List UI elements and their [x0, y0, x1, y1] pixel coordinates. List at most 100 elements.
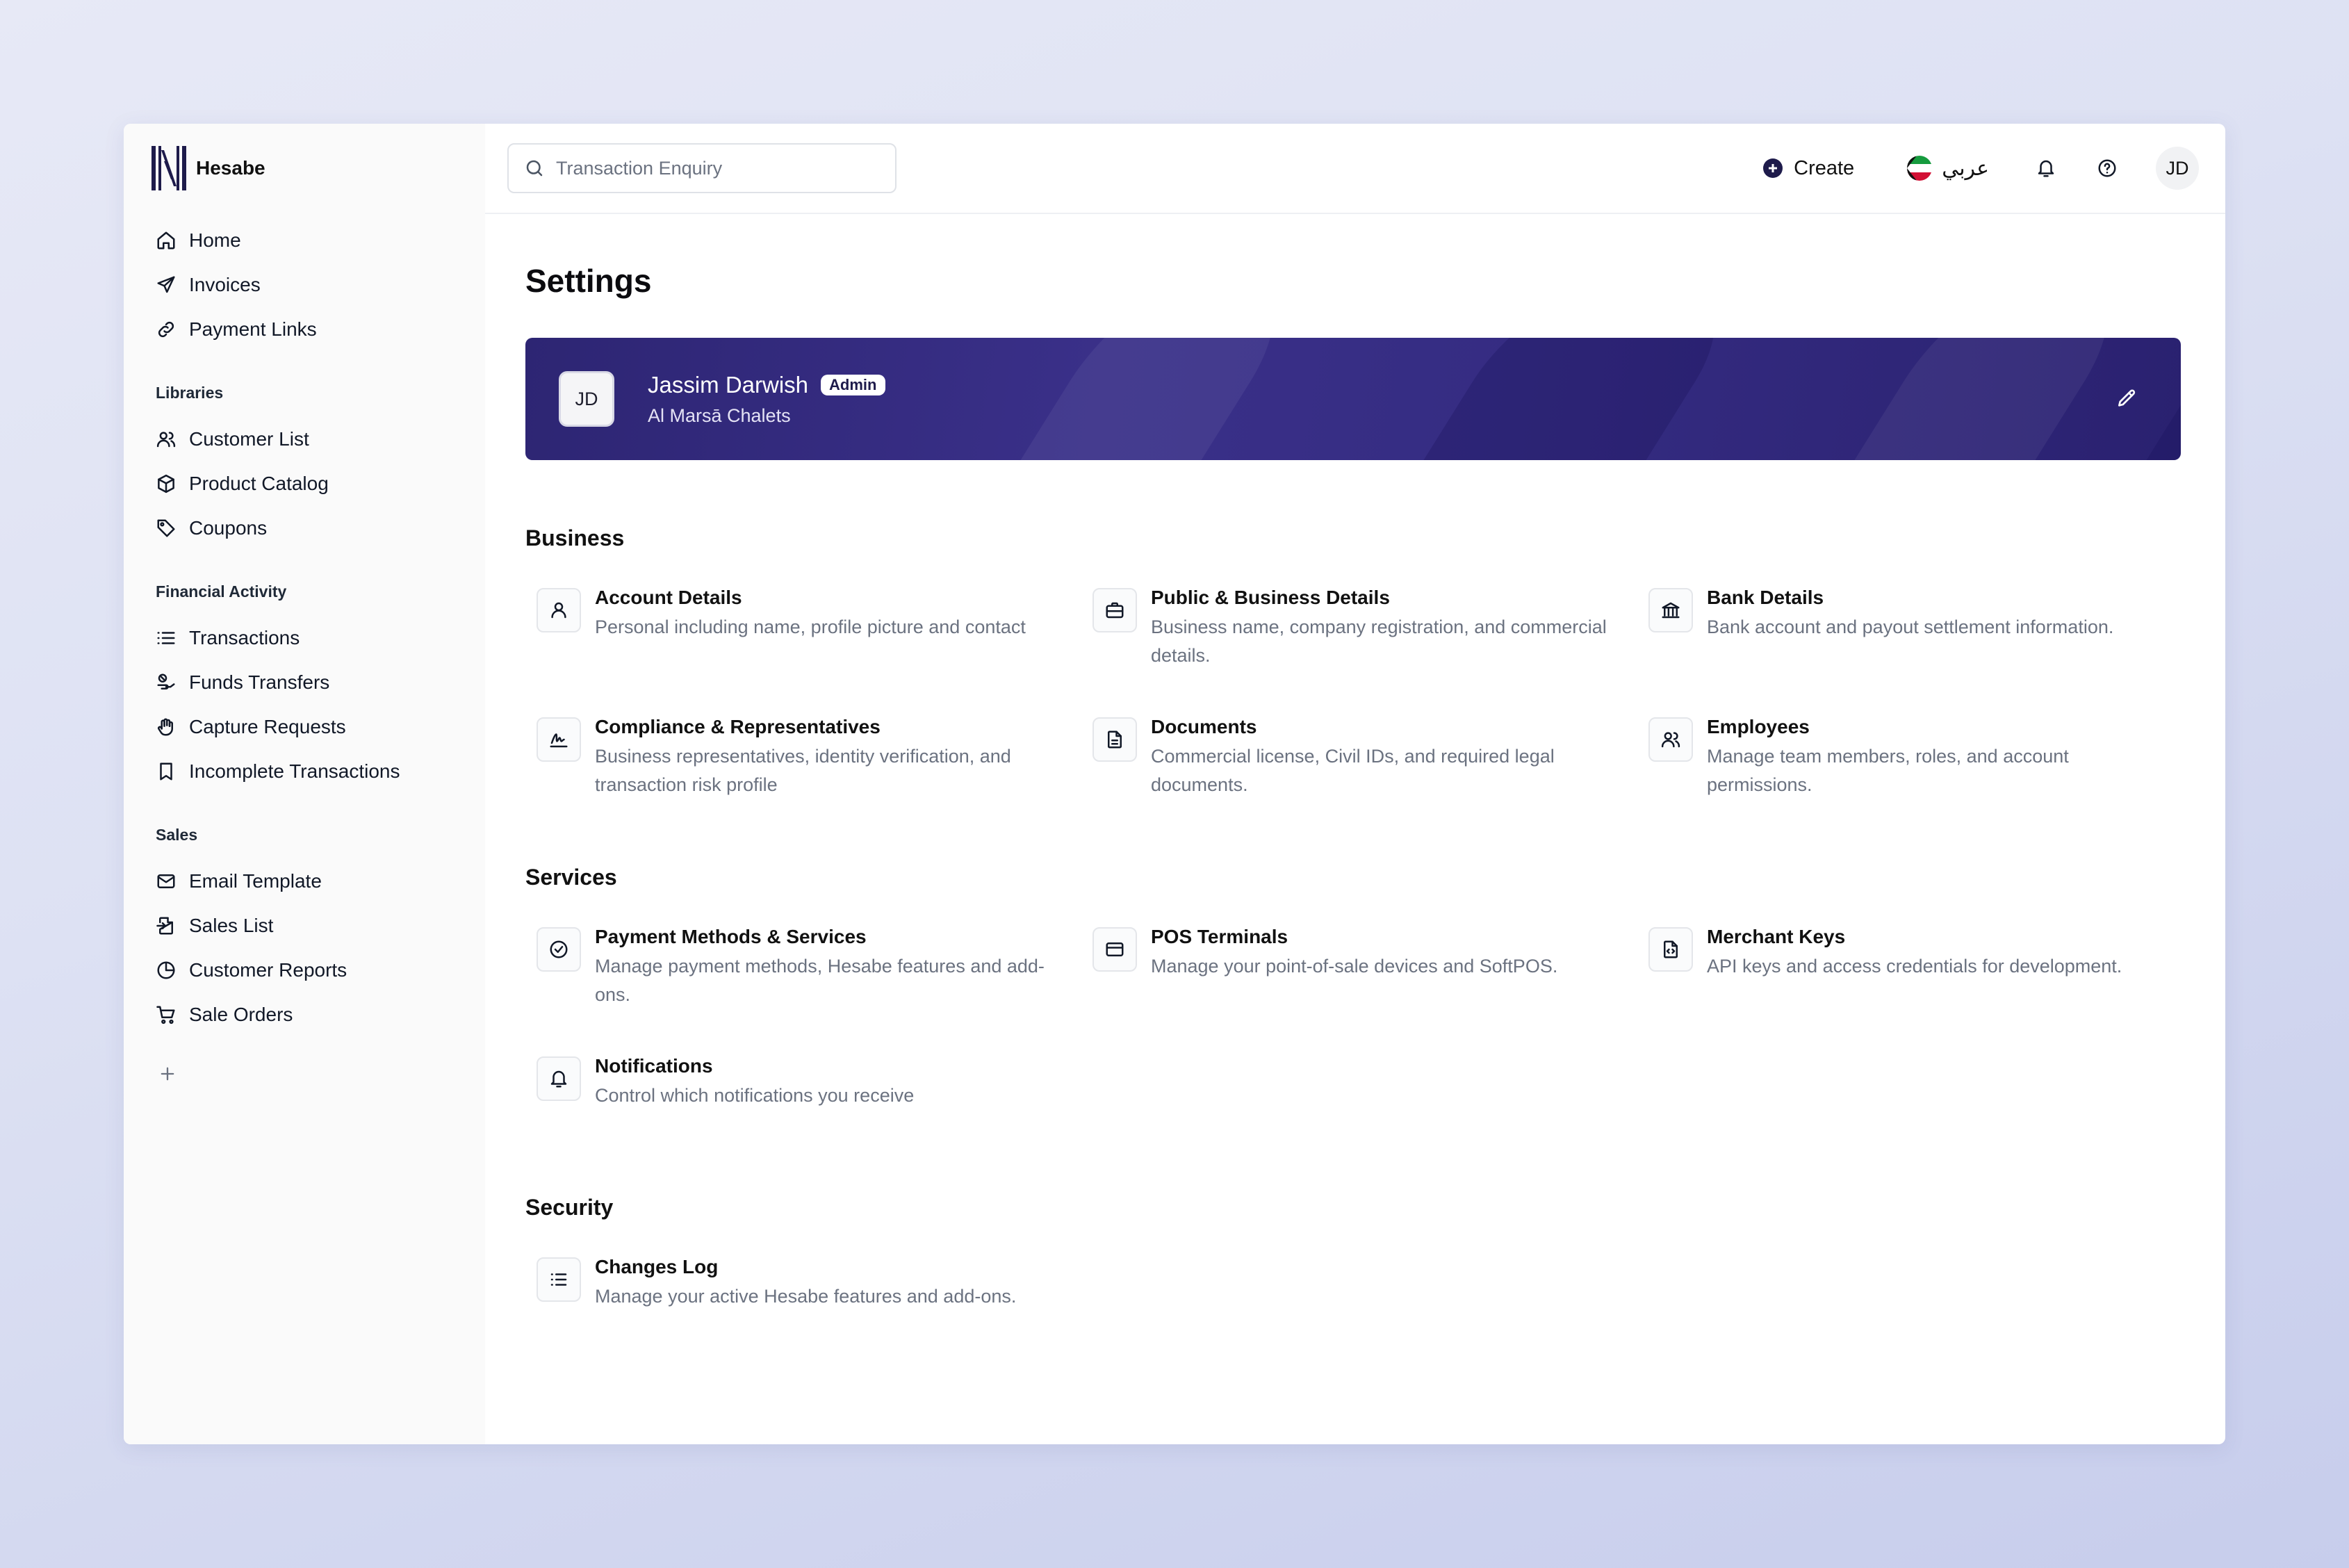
profile-name: Jassim Darwish: [648, 371, 809, 398]
profile-info: Jassim Darwish Admin Al Marsā Chalets: [648, 372, 885, 427]
settings-card-public-business-details[interactable]: Public & Business Details Business name,…: [1092, 585, 1648, 670]
card-text: Public & Business Details Business name,…: [1151, 585, 1623, 670]
sidebar-item-transactions[interactable]: Transactions: [156, 616, 485, 660]
card-title: POS Terminals: [1151, 926, 1288, 947]
sidebar-item-home[interactable]: Home: [156, 218, 485, 263]
add-nav-item-button[interactable]: [156, 1062, 179, 1086]
card-icon: [1106, 942, 1124, 956]
card-text: Notifications Control which notification…: [595, 1054, 914, 1110]
section-title-business: Business: [525, 525, 625, 550]
settings-card-payment-methods[interactable]: Payment Methods & Services Manage paymen…: [537, 924, 1092, 1009]
bank-icon: [1662, 602, 1680, 619]
sidebar-item-funds-transfers[interactable]: Funds Transfers: [156, 660, 485, 705]
card-title: Bank Details: [1707, 587, 1824, 608]
card-description: Control which notifications you receive: [595, 1085, 915, 1106]
card-icon-box: [1648, 717, 1693, 762]
search-input[interactable]: [556, 157, 862, 179]
tag-icon: [157, 519, 175, 537]
create-button[interactable]: Create: [1763, 157, 1854, 180]
sidebar-item-payment-links[interactable]: Payment Links: [156, 307, 485, 352]
card-description: Manage team members, roles, and account …: [1707, 746, 2069, 795]
settings-card-account-details[interactable]: Account Details Personal including name,…: [537, 585, 1092, 670]
card-description: Personal including name, profile picture…: [595, 616, 1026, 637]
sidebar-item-invoices[interactable]: Invoices: [156, 263, 485, 307]
hesabe-logo-icon: [152, 146, 186, 190]
nav-group-libraries: Libraries Customer List Product Catalog …: [156, 378, 485, 550]
sidebar-item-email-template[interactable]: Email Template: [156, 859, 485, 904]
document-icon: [1108, 730, 1122, 749]
card-description: Manage payment methods, Hesabe features …: [595, 956, 1045, 1005]
card-title: Account Details: [595, 587, 742, 608]
sidebar-item-label: Sale Orders: [189, 1004, 293, 1025]
settings-card-notifications[interactable]: Notifications Control which notification…: [537, 1054, 1092, 1110]
sidebar-item-product-catalog[interactable]: Product Catalog: [156, 462, 485, 506]
sidebar-item-label: Payment Links: [189, 318, 317, 340]
settings-card-employees[interactable]: Employees Manage team members, roles, an…: [1648, 714, 2177, 799]
card-description: API keys and access credentials for deve…: [1707, 956, 2122, 977]
sidebar-item-label: Sales List: [189, 915, 274, 936]
users-icon: [1661, 732, 1680, 748]
card-description: Manage your point-of-sale devices and So…: [1151, 956, 1558, 977]
services-grid: Payment Methods & Services Manage paymen…: [537, 924, 2181, 1110]
card-icon-box: [1092, 717, 1137, 762]
home-icon: [157, 231, 175, 250]
card-title: Public & Business Details: [1151, 587, 1390, 608]
help-button[interactable]: [2093, 154, 2121, 182]
nav-group-financial: Financial Activity Transactions Funds Tr…: [156, 577, 485, 794]
brand-name: Hesabe: [196, 157, 265, 179]
sidebar-item-incomplete-transactions[interactable]: Incomplete Transactions: [156, 749, 485, 794]
hand-icon: [157, 718, 173, 736]
send-icon: [157, 276, 175, 293]
card-description: Bank account and payout settlement infor…: [1707, 616, 2114, 637]
settings-card-documents[interactable]: Documents Commercial license, Civil IDs,…: [1092, 714, 1648, 799]
banner-decoration: [975, 338, 1313, 460]
plus-icon: [161, 1067, 174, 1081]
card-icon-box: [537, 588, 581, 632]
settings-card-pos-terminals[interactable]: POS Terminals Manage your point-of-sale …: [1092, 924, 1648, 1009]
card-text: Compliance & Representatives Business re…: [595, 714, 1067, 799]
settings-card-merchant-keys[interactable]: Merchant Keys API keys and access creden…: [1648, 924, 2177, 1009]
edit-profile-button[interactable]: [2113, 385, 2141, 413]
profile-organization: Al Marsā Chalets: [648, 405, 791, 426]
top-actions: Create عربي JD: [1763, 147, 2199, 190]
file-import-icon: [156, 917, 173, 935]
card-text: Employees Manage team members, roles, an…: [1707, 714, 2177, 799]
brand[interactable]: Hesabe: [152, 146, 485, 190]
settings-card-compliance[interactable]: Compliance & Representatives Business re…: [537, 714, 1092, 799]
cart-icon: [156, 1006, 175, 1024]
language-switcher[interactable]: عربي: [1907, 156, 1989, 181]
card-title: Employees: [1707, 716, 1810, 737]
create-label: Create: [1794, 156, 1855, 179]
sidebar-item-sale-orders[interactable]: Sale Orders: [156, 993, 485, 1037]
sidebar-item-coupons[interactable]: Coupons: [156, 506, 485, 550]
sidebar-item-customer-reports[interactable]: Customer Reports: [156, 948, 485, 993]
card-icon-box: [1092, 588, 1137, 632]
sidebar-item-label: Home: [189, 229, 241, 251]
pencil-icon: [2118, 389, 2136, 407]
pie-chart-icon: [157, 961, 175, 979]
sidebar-item-label: Customer Reports: [189, 959, 347, 981]
user-avatar[interactable]: JD: [2156, 147, 2199, 190]
sidebar-item-sales-list[interactable]: Sales List: [156, 904, 485, 948]
check-circle-icon: [550, 940, 568, 958]
sidebar-item-label: Product Catalog: [189, 473, 329, 494]
signature-icon: [550, 733, 568, 748]
link-icon: [158, 321, 174, 338]
sidebar: Hesabe Home Invoices Payment Links Libra…: [124, 124, 485, 1444]
sidebar-item-label: Transactions: [189, 627, 300, 648]
section-title-security: Security: [525, 1195, 614, 1220]
language-label: عربي: [1942, 156, 1989, 181]
card-description: Manage your active Hesabe features and a…: [595, 1286, 1017, 1307]
sidebar-item-capture-requests[interactable]: Capture Requests: [156, 705, 485, 749]
settings-card-changes-log[interactable]: Changes Log Manage your active Hesabe fe…: [537, 1255, 1092, 1311]
banner-decoration: [1378, 338, 1758, 460]
search-box[interactable]: [507, 143, 897, 193]
topbar: Create عربي JD: [485, 124, 2225, 214]
settings-card-bank-details[interactable]: Bank Details Bank account and payout set…: [1648, 585, 2177, 670]
sidebar-item-customer-list[interactable]: Customer List: [156, 417, 485, 462]
business-grid: Account Details Personal including name,…: [537, 585, 2181, 799]
notifications-button[interactable]: [2032, 154, 2060, 182]
card-text: Account Details Personal including name,…: [595, 585, 1026, 642]
bell-icon: [2038, 160, 2054, 177]
sidebar-item-label: Customer List: [189, 428, 309, 450]
